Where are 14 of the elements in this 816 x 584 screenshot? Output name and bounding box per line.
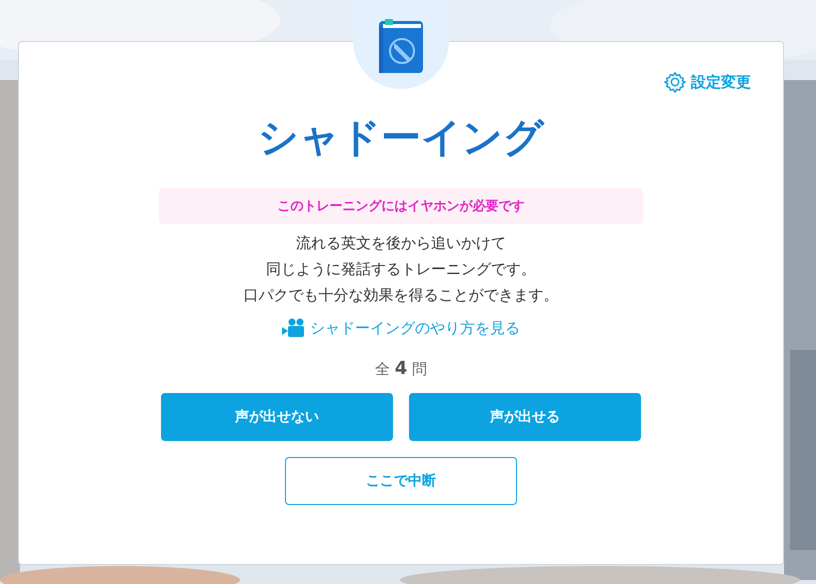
primary-button[interactable]: 声が出せる bbox=[409, 393, 641, 441]
question-count: 全 4 問 bbox=[374, 358, 428, 379]
book-icon bbox=[377, 19, 425, 75]
settings-icon bbox=[664, 71, 686, 93]
page-title: シャドーイング bbox=[258, 114, 544, 163]
video-link[interactable]: シャドーイングのやり方を見る bbox=[282, 318, 520, 338]
video-camera-icon bbox=[282, 318, 306, 338]
outline-button[interactable]: ここで中断 bbox=[285, 457, 517, 505]
description-line: 口パクでも十分な効果を得ることができます。 bbox=[244, 285, 558, 306]
settings-link[interactable]: 設定変更 bbox=[664, 70, 751, 94]
notice-banner: このトレーニングにはイヤホンが必要です bbox=[159, 188, 643, 224]
primary-button[interactable]: 声が出せない bbox=[161, 393, 393, 441]
description-line: 同じように発話するトレーニングです。 bbox=[266, 259, 536, 280]
description-line: 流れる英文を後から追いかけて bbox=[296, 233, 506, 254]
